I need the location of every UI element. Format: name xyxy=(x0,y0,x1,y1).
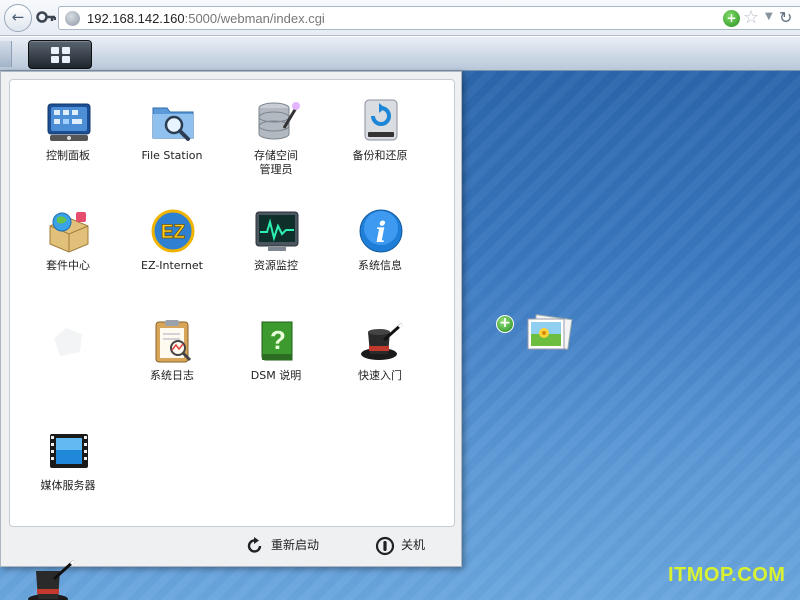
url-text: 192.168.142.160:5000/webman/index.cgi xyxy=(87,11,325,26)
watermark: ITMOP.COM xyxy=(668,564,786,586)
power-icon xyxy=(375,536,395,555)
app-system-info[interactable]: i 系统信息 xyxy=(328,208,432,308)
svg-text:i: i xyxy=(376,216,387,249)
globe-icon xyxy=(65,11,80,26)
app-hidden-slot xyxy=(16,318,120,418)
app-system-log[interactable]: 系统日志 xyxy=(120,318,224,418)
app-label: 备份和还原 xyxy=(352,149,408,162)
dsm-help-icon: ? xyxy=(261,321,293,361)
app-grid: 控制面板 File Station 存储空间 管理员 备份和还原 套件中心 EZ… xyxy=(9,79,455,527)
resource-monitor-icon xyxy=(255,211,299,251)
app-package-center[interactable]: 套件中心 xyxy=(16,208,120,308)
browser-toolbar: ← 192.168.142.160:5000/webman/index.cgi … xyxy=(0,0,800,36)
app-label: EZ-Internet xyxy=(141,259,203,272)
address-bar[interactable]: 192.168.142.160:5000/webman/index.cgi + … xyxy=(58,6,800,30)
system-info-icon: i xyxy=(359,209,403,253)
app-label: 控制面板 xyxy=(46,149,90,162)
app-resource-monitor[interactable]: 资源监控 xyxy=(224,208,328,308)
reload-icon[interactable]: ↻ xyxy=(779,8,792,27)
app-dsm-help[interactable]: ? DSM 说明 xyxy=(224,318,328,418)
shutdown-button[interactable]: 关机 xyxy=(375,532,425,558)
start-menu: 控制面板 File Station 存储空间 管理员 备份和还原 套件中心 EZ… xyxy=(0,71,462,567)
svg-text:?: ? xyxy=(270,325,286,355)
app-label: File Station xyxy=(141,149,203,162)
media-server-icon xyxy=(50,434,88,468)
system-log-icon xyxy=(155,320,192,363)
restart-icon xyxy=(247,536,262,553)
chevron-down-icon[interactable]: ▼ xyxy=(765,11,773,22)
back-button[interactable]: ← xyxy=(4,4,32,32)
app-label: 系统信息 xyxy=(358,259,402,272)
app-media-server[interactable]: 媒体服务器 xyxy=(16,428,120,528)
app-file-station[interactable]: File Station xyxy=(120,98,224,198)
app-label: DSM 说明 xyxy=(250,369,302,382)
svg-text:EZ: EZ xyxy=(161,222,186,243)
taskbar xyxy=(0,37,800,71)
faded-app-icon xyxy=(54,328,82,356)
app-label: 套件中心 xyxy=(46,259,90,272)
add-shortcut-icon[interactable]: + xyxy=(496,315,514,333)
quick-start-desktop-icon[interactable] xyxy=(26,559,76,600)
ez-internet-icon: EZ xyxy=(151,209,195,253)
file-station-icon xyxy=(152,107,194,141)
control-panel-icon xyxy=(47,103,91,141)
taskbar-edge xyxy=(0,41,12,67)
backup-restore-icon xyxy=(364,99,398,141)
app-backup-restore[interactable]: 备份和还原 xyxy=(328,98,432,198)
app-label: 快速入门 xyxy=(358,369,402,382)
app-storage-manager[interactable]: 存储空间 管理员 xyxy=(224,98,328,198)
restart-label: 重新启动 xyxy=(271,538,320,552)
app-label: 系统日志 xyxy=(150,369,194,382)
key-icon xyxy=(36,11,56,23)
shutdown-label: 关机 xyxy=(401,538,426,552)
dsm-desktop: 控制面板 File Station 存储空间 管理员 备份和还原 套件中心 EZ… xyxy=(0,37,800,600)
storage-manager-icon xyxy=(258,102,300,140)
package-center-icon xyxy=(49,212,89,253)
app-label: 媒体服务器 xyxy=(40,479,96,492)
url-host: 192.168.142.160 xyxy=(87,11,185,26)
go-icon[interactable]: + xyxy=(723,10,740,27)
app-label: 资源监控 xyxy=(254,259,298,272)
photo-station-icon[interactable] xyxy=(524,313,574,353)
bookmark-star-icon[interactable]: ☆ xyxy=(743,7,759,28)
app-label: 存储空间 管理员 xyxy=(254,149,298,176)
main-menu-button[interactable] xyxy=(28,40,92,69)
app-ez-internet[interactable]: EZ EZ-Internet xyxy=(120,208,224,308)
quick-start-icon xyxy=(361,322,404,360)
url-path: :5000/webman/index.cgi xyxy=(184,11,325,26)
main-menu-icon xyxy=(51,47,71,64)
app-control-panel[interactable]: 控制面板 xyxy=(16,98,120,198)
restart-button[interactable]: 重新启动 xyxy=(245,532,319,558)
app-quick-start[interactable]: 快速入门 xyxy=(328,318,432,418)
